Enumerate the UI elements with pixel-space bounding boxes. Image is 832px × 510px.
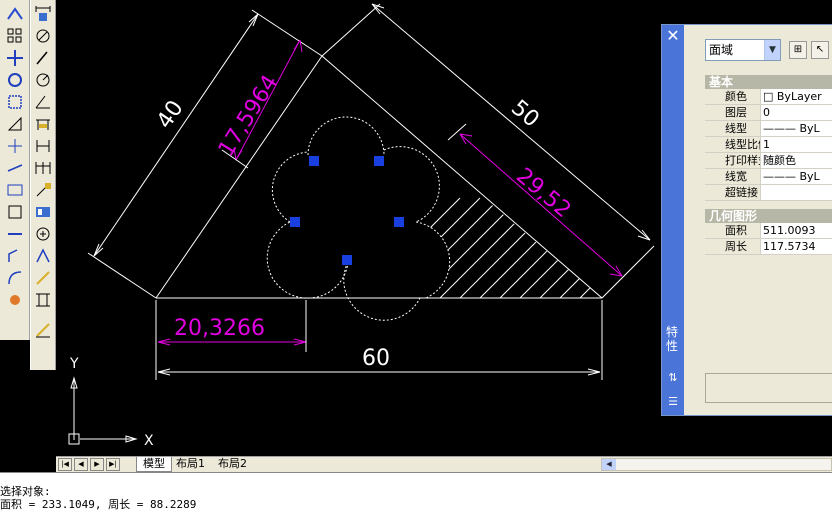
dim-top-left: 40	[152, 96, 188, 133]
scale-icon[interactable]	[5, 92, 25, 112]
rectangle-icon[interactable]	[5, 180, 25, 200]
tab-layout1[interactable]: 布局1	[170, 457, 211, 472]
trim-icon[interactable]	[5, 136, 25, 156]
property-row[interactable]: 超链接	[705, 185, 832, 201]
break-icon[interactable]	[5, 202, 25, 222]
aligned-dimension-icon[interactable]	[33, 26, 53, 46]
geometry-value: 511.0093	[760, 223, 832, 239]
rotate-icon[interactable]	[5, 70, 25, 90]
palette-titlebar[interactable]: ✕ 特性 ⇅ ☰	[662, 25, 684, 415]
property-key: 线型比例	[705, 137, 760, 153]
geometry-row[interactable]: 面积511.0093	[705, 223, 832, 239]
property-value[interactable]: ——— ByL	[760, 169, 832, 185]
quick-dimension-icon[interactable]	[33, 114, 53, 134]
ucs-x-label: X	[144, 433, 154, 449]
center-mark-icon[interactable]	[33, 224, 53, 244]
property-key: 打印样式	[705, 153, 760, 169]
ucs-y-label: Y	[69, 356, 79, 372]
selection-grips[interactable]	[290, 156, 404, 265]
tab-nav-last[interactable]: ▶|	[106, 458, 120, 471]
property-value[interactable]: ——— ByL	[760, 121, 832, 137]
extend-icon[interactable]	[5, 158, 25, 178]
dimension-text-edit-icon[interactable]	[33, 268, 53, 288]
linear-dimension-icon[interactable]	[33, 4, 53, 24]
geometry-value: 117.5734	[760, 239, 832, 255]
chamfer-icon[interactable]	[5, 246, 25, 266]
autocad-window: 40 17,5964 50 29,52	[0, 0, 832, 510]
close-icon[interactable]: ✕	[665, 28, 681, 44]
property-row[interactable]: 线型比例1	[705, 137, 832, 153]
tab-nav-next[interactable]: ▶	[90, 458, 104, 471]
move-icon[interactable]	[5, 48, 25, 68]
dimension-update-icon[interactable]	[33, 290, 53, 310]
property-row[interactable]: 打印样式随颜色	[705, 153, 832, 169]
property-value[interactable]: 0	[760, 105, 832, 121]
dimension-style-icon[interactable]	[33, 320, 53, 340]
property-value[interactable]	[760, 185, 832, 201]
property-row[interactable]: 图层0	[705, 105, 832, 121]
layout-tabs-bar: |◀ ◀ ▶ ▶| 模型 布局1 布局2 ◀	[56, 456, 832, 472]
property-value[interactable]: 随颜色	[760, 153, 832, 169]
tab-nav-first[interactable]: |◀	[58, 458, 72, 471]
geometry-key: 周长	[705, 239, 760, 255]
baseline-dimension-icon[interactable]	[33, 136, 53, 156]
horizontal-scrollbar[interactable]: ◀	[601, 458, 832, 471]
object-type-select[interactable]: 面域 ▼	[705, 39, 781, 61]
property-row[interactable]: 线宽——— ByL	[705, 169, 832, 185]
section-basic[interactable]: 基本	[705, 75, 832, 89]
property-row[interactable]: 线型——— ByL	[705, 121, 832, 137]
geometry-row[interactable]: 周长117.5734	[705, 239, 832, 255]
dim-bottom: 60	[362, 346, 390, 371]
command-history-line-1: 选择对象:	[0, 485, 51, 498]
property-key: 颜色	[705, 89, 760, 105]
description-box	[705, 373, 832, 403]
line-tool-icon[interactable]	[5, 4, 25, 24]
command-line[interactable]: 选择对象: 面积 = 233.1049, 周长 = 88.2289	[0, 472, 832, 510]
explode-icon[interactable]	[5, 290, 25, 310]
property-value[interactable]: □ ByLayer	[760, 89, 832, 105]
tab-layout2[interactable]: 布局2	[212, 457, 253, 472]
section-geometry[interactable]: 几何图形	[705, 209, 832, 223]
tab-nav-prev[interactable]: ◀	[74, 458, 88, 471]
draw-toolbar	[0, 0, 30, 340]
join-icon[interactable]	[5, 224, 25, 244]
palette-menu-icon[interactable]: ☰	[666, 395, 680, 409]
scroll-left-icon[interactable]: ◀	[602, 459, 616, 470]
geometry-key: 面积	[705, 223, 760, 239]
palette-body: 面域 ▼ ⊞ ↖ 基本 颜色□ ByLayer图层0线型——— ByL线型比例1…	[685, 25, 832, 415]
fillet-icon[interactable]	[5, 268, 25, 288]
property-value[interactable]: 1	[760, 137, 832, 153]
quick-select-icon[interactable]: ⊞	[789, 41, 807, 59]
tab-model[interactable]: 模型	[136, 457, 172, 472]
arc-length-icon[interactable]	[33, 48, 53, 68]
dimension-edit-icon[interactable]	[33, 246, 53, 266]
ucs-icon	[69, 378, 136, 444]
command-history-line-2: 面积 = 233.1049, 周长 = 88.2289	[0, 498, 196, 510]
auto-hide-icon[interactable]: ⇅	[666, 371, 680, 385]
continue-dimension-icon[interactable]	[33, 158, 53, 178]
dim-mid-left: 17,5964	[214, 71, 283, 161]
property-key: 图层	[705, 105, 760, 121]
select-objects-icon[interactable]: ↖	[811, 41, 829, 59]
property-key: 线型	[705, 121, 760, 137]
stretch-icon[interactable]	[5, 114, 25, 134]
property-row[interactable]: 颜色□ ByLayer	[705, 89, 832, 105]
angular-dimension-icon[interactable]	[33, 92, 53, 112]
property-key: 线宽	[705, 169, 760, 185]
leader-icon[interactable]	[33, 180, 53, 200]
dimension-toolbar	[30, 0, 56, 370]
property-key: 超链接	[705, 185, 760, 201]
chevron-down-icon[interactable]: ▼	[764, 40, 780, 60]
radius-dimension-icon[interactable]	[33, 70, 53, 90]
tolerance-icon[interactable]	[33, 202, 53, 222]
grid-array-icon[interactable]	[5, 26, 25, 46]
palette-title: 特性	[666, 325, 680, 353]
properties-palette: ✕ 特性 ⇅ ☰ 面域 ▼ ⊞ ↖ 基本 颜色□ ByLayer图层0线型———…	[661, 24, 832, 416]
dim-top-right: 50	[506, 95, 544, 132]
hatch-pattern[interactable]	[360, 198, 680, 298]
dim-bottom-inner: 20,3266	[174, 316, 265, 341]
object-type-value: 面域	[709, 43, 733, 57]
dim-mid-right: 29,52	[511, 163, 575, 223]
